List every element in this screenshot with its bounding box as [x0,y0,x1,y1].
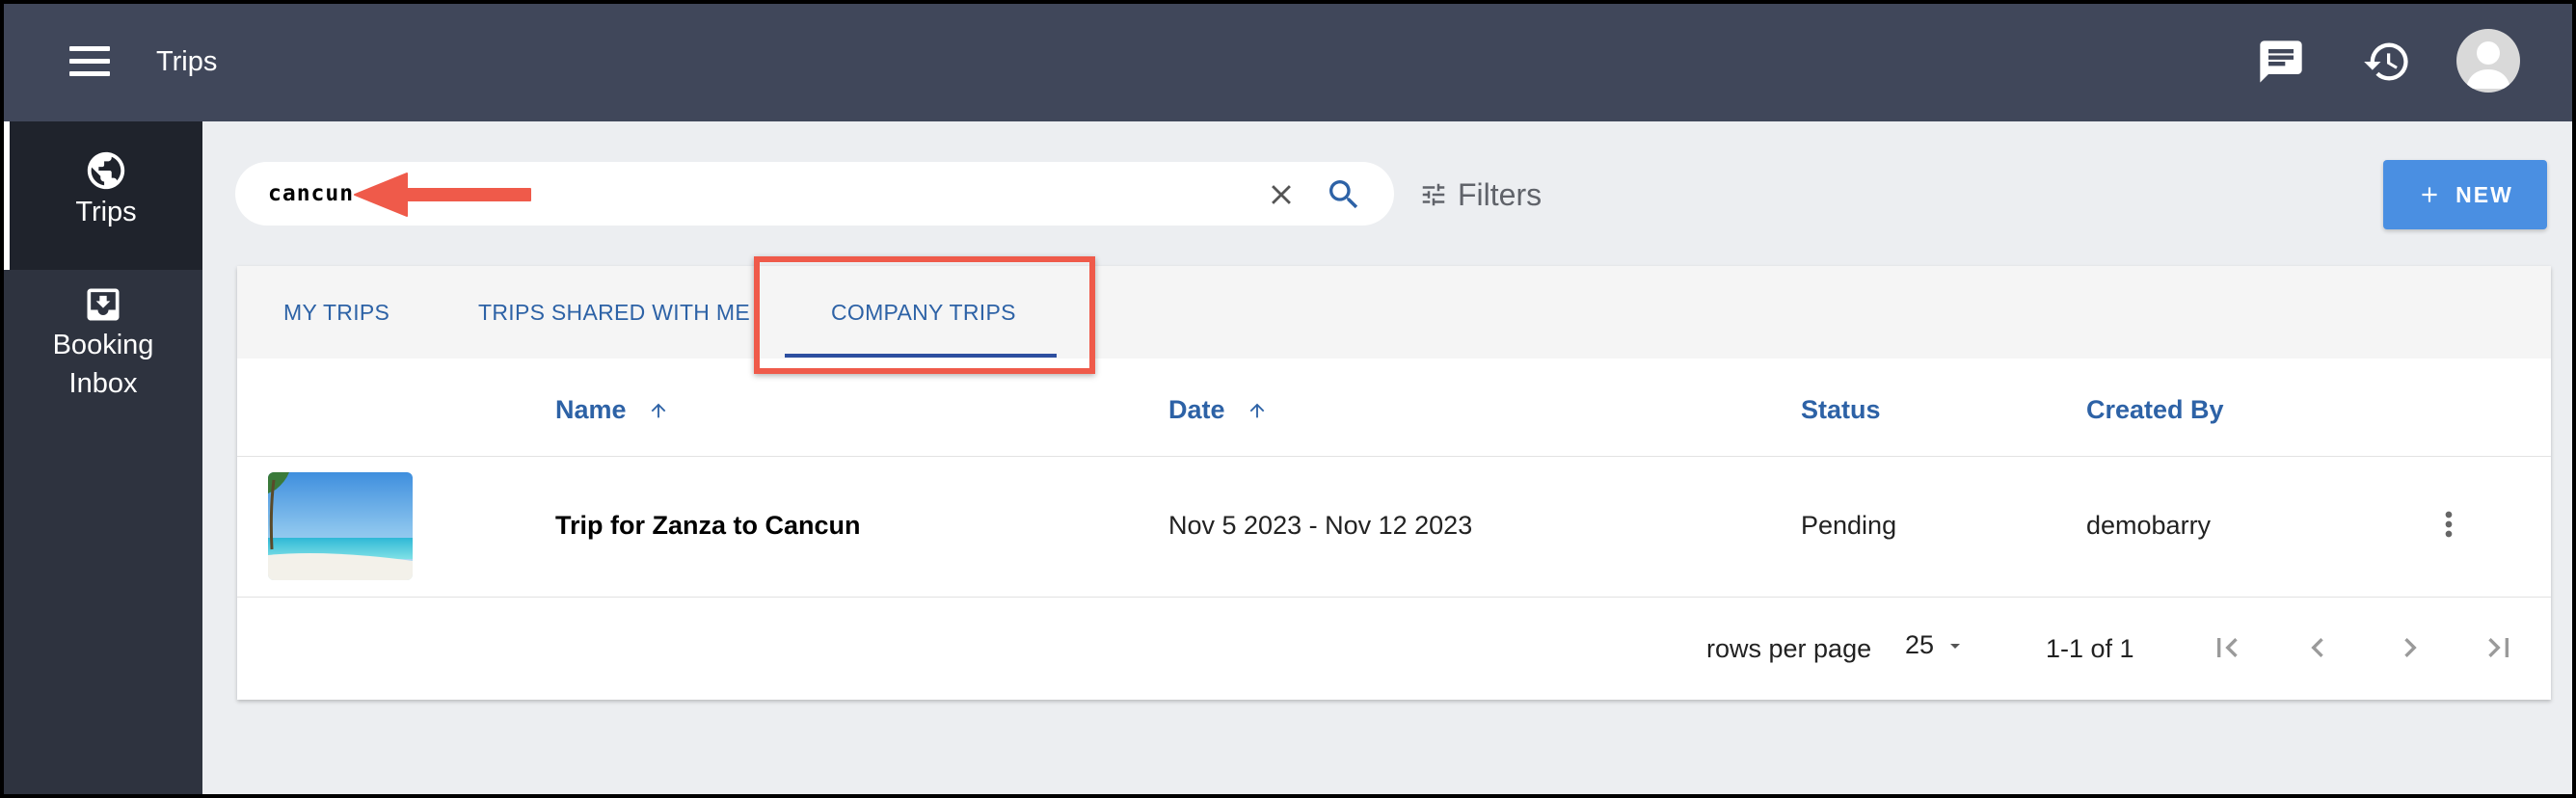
trip-created-by: demobarry [2086,511,2212,540]
new-trip-button[interactable]: NEW [2383,160,2547,229]
globe-icon [87,151,125,190]
column-header-status[interactable]: Status [1801,395,1881,425]
sidebar-item-label: Inbox [68,368,138,399]
next-page-icon[interactable] [2391,628,2429,667]
plus-icon [2422,187,2437,202]
sidebar-item-label: Booking [52,330,154,360]
top-app-bar: Trips [4,4,2572,121]
last-page-icon[interactable] [2480,628,2518,667]
inbox-download-icon [87,288,120,321]
trips-card: MY TRIPS TRIPS SHARED WITH ME COMPANY TR… [237,256,2551,700]
filters-button[interactable]: Filters [1419,175,1542,214]
rows-per-page-select[interactable]: 25 [1905,630,1967,660]
tab-bar: MY TRIPS TRIPS SHARED WITH ME COMPANY TR… [237,266,2551,359]
page-title: Trips [156,46,218,77]
filters-label: Filters [1458,176,1543,212]
rows-per-page-label: rows per page [1706,634,1872,663]
chat-icon[interactable] [2256,37,2306,87]
user-avatar[interactable] [2456,29,2520,93]
sort-arrow-up-icon [1249,403,1264,417]
clear-icon[interactable] [1265,178,1298,211]
sidebar-item-trips[interactable]: Trips [4,121,202,270]
sidebar-item-booking-inbox[interactable]: Booking Inbox [4,274,202,428]
first-page-icon[interactable] [2208,628,2246,667]
pagination-range: 1-1 of 1 [2046,634,2134,663]
sort-arrow-up-icon [651,403,665,417]
trip-status: Pending [1801,511,1897,540]
column-header-created-by[interactable]: Created By [2086,395,2224,425]
search-icon[interactable] [1325,175,1363,214]
trip-name[interactable]: Trip for Zanza to Cancun [555,511,861,541]
tab-trips-shared-with-me[interactable]: TRIPS SHARED WITH ME [478,266,750,359]
column-header-name[interactable]: Name [555,395,669,425]
column-header-date[interactable]: Date [1168,395,1268,425]
table-row[interactable]: Trip for Zanza to Cancun Nov 5 2023 - No… [237,457,2551,598]
trip-date: Nov 5 2023 - Nov 12 2023 [1168,511,1473,540]
annotation-arrow [354,173,531,217]
app-window: Trips Trips Booking Inbox cancun Filters… [0,0,2576,798]
trip-thumbnail [268,472,413,580]
sidebar: Trips Booking Inbox [4,121,202,794]
tab-my-trips[interactable]: MY TRIPS [283,266,389,359]
table-pagination: rows per page 25 1-1 of 1 [237,598,2551,700]
history-icon[interactable] [2362,37,2412,87]
previous-page-icon[interactable] [2298,628,2337,667]
more-vert-icon[interactable] [2429,505,2468,544]
dropdown-arrow-icon [1950,643,1961,649]
table-header: Name Date Status Created By [237,359,2551,457]
new-button-label: NEW [2455,181,2513,207]
tune-icon [1422,183,1445,206]
annotation-highlight-box [754,256,1095,374]
sidebar-item-label: Trips [75,197,137,227]
hamburger-menu-icon[interactable] [69,46,110,77]
